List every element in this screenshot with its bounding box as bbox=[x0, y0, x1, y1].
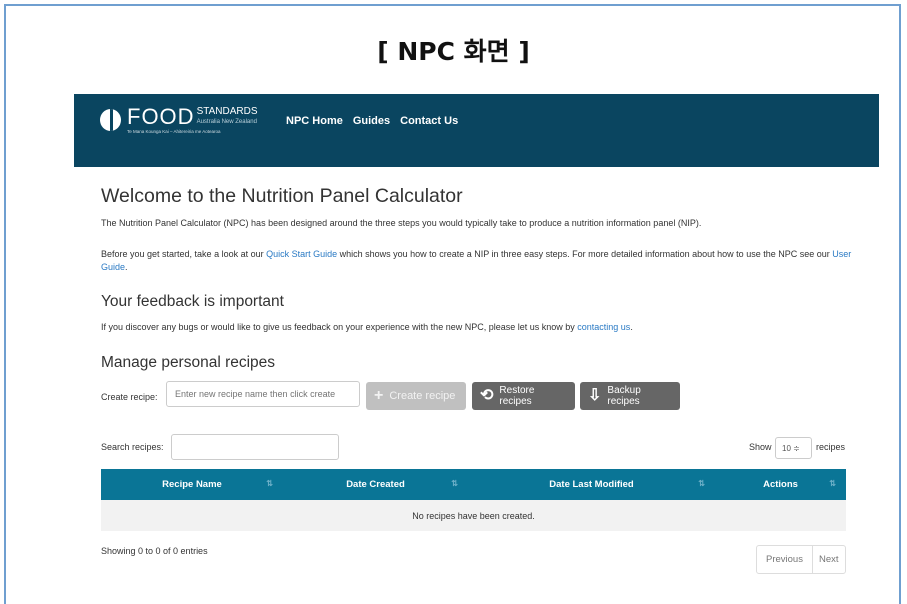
column-recipe-name[interactable]: Recipe Name ⇅ bbox=[101, 469, 283, 500]
logo-tagline: Te Mana Kounga Kai – Ahitereiria me Aote… bbox=[127, 129, 221, 134]
feedback-part-b: . bbox=[630, 322, 633, 332]
logo-country-text: Australia New Zealand bbox=[196, 119, 257, 125]
feedback-part-a: If you discover any bugs or would like t… bbox=[101, 322, 578, 332]
top-navbar: FOOD STANDARDS Australia New Zealand Te Ma… bbox=[74, 94, 879, 167]
table-header: Recipe Name ⇅ Date Created ⇅ Date Last M… bbox=[101, 469, 846, 500]
nav-contact-us[interactable]: Contact Us bbox=[400, 115, 458, 127]
page-title: Welcome to the Nutrition Panel Calculato… bbox=[101, 185, 463, 207]
contacting-us-link[interactable]: contacting us bbox=[577, 322, 630, 332]
logo-food-text: FOOD bbox=[127, 104, 195, 129]
backup-recipes-label-text: Backup recipes bbox=[607, 385, 641, 407]
column-actions-label: Actions bbox=[763, 479, 798, 490]
getting-started-text: Before you get started, take a look at o… bbox=[101, 248, 861, 274]
page-size-select[interactable]: 10 ≑ bbox=[775, 437, 812, 459]
show-label: Show bbox=[749, 442, 772, 452]
backup-recipes-button[interactable]: ⇩ Backup recipes bbox=[580, 382, 680, 410]
fsanz-logo[interactable]: FOOD STANDARDS Australia New Zealand Te Ma… bbox=[100, 106, 258, 134]
sort-icon: ⇅ bbox=[698, 479, 705, 488]
logo-mark-icon bbox=[100, 109, 121, 131]
previous-page-button[interactable]: Previous bbox=[757, 546, 812, 573]
download-icon: ⇩ bbox=[588, 387, 602, 404]
getting-started-part-c: . bbox=[125, 262, 128, 272]
nav-guides[interactable]: Guides bbox=[353, 115, 390, 127]
main-nav: NPC Home Guides Contact Us bbox=[286, 115, 458, 127]
sort-icon: ⇅ bbox=[266, 479, 273, 488]
restore-recipes-button[interactable]: ⟲ Restore recipes bbox=[472, 382, 575, 410]
nav-npc-home[interactable]: NPC Home bbox=[286, 115, 343, 127]
intro-text: The Nutrition Panel Calculator (NPC) has… bbox=[101, 218, 702, 228]
column-date-created[interactable]: Date Created ⇅ bbox=[283, 469, 468, 500]
create-recipe-label-text: Create recipe bbox=[389, 390, 456, 402]
next-page-button[interactable]: Next bbox=[811, 546, 845, 573]
quick-start-guide-link[interactable]: Quick Start Guide bbox=[266, 249, 337, 259]
empty-table-row: No recipes have been created. bbox=[101, 500, 846, 531]
recipe-name-input[interactable] bbox=[166, 381, 360, 407]
column-date-modified-label: Date Last Modified bbox=[549, 479, 634, 490]
logo-standards-label: STANDARDS bbox=[196, 106, 258, 117]
search-recipes-label: Search recipes: bbox=[101, 442, 164, 452]
create-recipe-label: Create recipe: bbox=[101, 392, 158, 402]
getting-started-part-a: Before you get started, take a look at o… bbox=[101, 249, 267, 259]
getting-started-part-b: which shows you how to create a NIP in t… bbox=[337, 249, 833, 259]
column-actions[interactable]: Actions ⇅ bbox=[715, 469, 846, 500]
feedback-text: If you discover any bugs or would like t… bbox=[101, 321, 861, 334]
search-recipes-input[interactable] bbox=[171, 434, 339, 460]
show-suffix-label: recipes bbox=[816, 442, 846, 452]
column-date-modified[interactable]: Date Last Modified ⇅ bbox=[468, 469, 715, 500]
logo-standards-text: STANDARDS Australia New Zealand bbox=[197, 106, 258, 128]
create-recipe-button[interactable]: + Create recipe bbox=[366, 382, 466, 410]
restore-recipes-label-text: Restore recipes bbox=[499, 385, 535, 407]
pagination: Previous Next bbox=[756, 545, 846, 574]
recipes-table: Recipe Name ⇅ Date Created ⇅ Date Last M… bbox=[101, 469, 846, 531]
column-date-created-label: Date Created bbox=[346, 479, 405, 490]
sort-icon: ⇅ bbox=[829, 479, 836, 488]
column-recipe-name-label: Recipe Name bbox=[162, 479, 222, 490]
sort-icon: ⇅ bbox=[451, 479, 458, 488]
restore-icon: ⟲ bbox=[480, 387, 494, 404]
feedback-heading: Your feedback is important bbox=[101, 293, 284, 310]
plus-icon: + bbox=[374, 387, 384, 404]
caption-title: [ NPC 화면 ] bbox=[377, 37, 530, 66]
logo-wordmark: FOOD STANDARDS Australia New Zealand Te Ma… bbox=[127, 104, 258, 135]
entries-info: Showing 0 to 0 of 0 entries bbox=[101, 546, 208, 556]
recipes-heading: Manage personal recipes bbox=[101, 354, 276, 371]
